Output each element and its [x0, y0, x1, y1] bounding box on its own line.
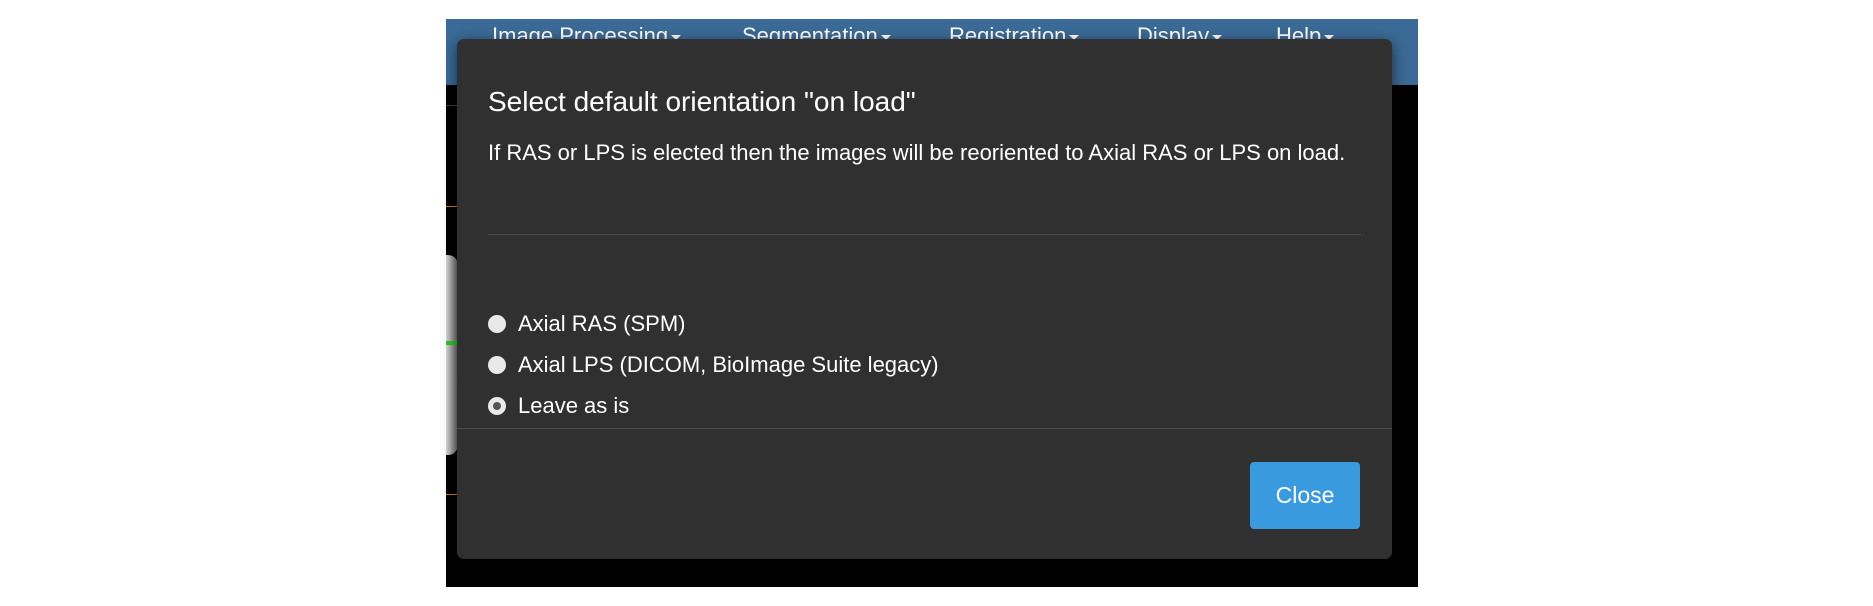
option-label: Leave as is: [518, 393, 630, 418]
option-leave-as-is[interactable]: Leave as is: [488, 393, 629, 419]
radio-button-selected[interactable]: [488, 397, 506, 415]
option-label: Axial LPS (DICOM, BioImage Suite legacy): [518, 352, 939, 377]
radio-button[interactable]: [488, 356, 506, 374]
orientation-dialog: Select default orientation "on load" If …: [457, 39, 1392, 559]
footer-divider: [457, 428, 1392, 429]
option-label: Axial RAS (SPM): [518, 311, 686, 336]
divider: [488, 234, 1361, 235]
dialog-title: Select default orientation "on load": [488, 86, 916, 117]
option-axial-ras[interactable]: Axial RAS (SPM): [488, 311, 685, 337]
dialog-description: If RAS or LPS is elected then the images…: [488, 140, 1346, 165]
radio-button[interactable]: [488, 315, 506, 333]
close-button[interactable]: Close: [1250, 462, 1360, 529]
option-axial-lps[interactable]: Axial LPS (DICOM, BioImage Suite legacy): [488, 352, 939, 378]
